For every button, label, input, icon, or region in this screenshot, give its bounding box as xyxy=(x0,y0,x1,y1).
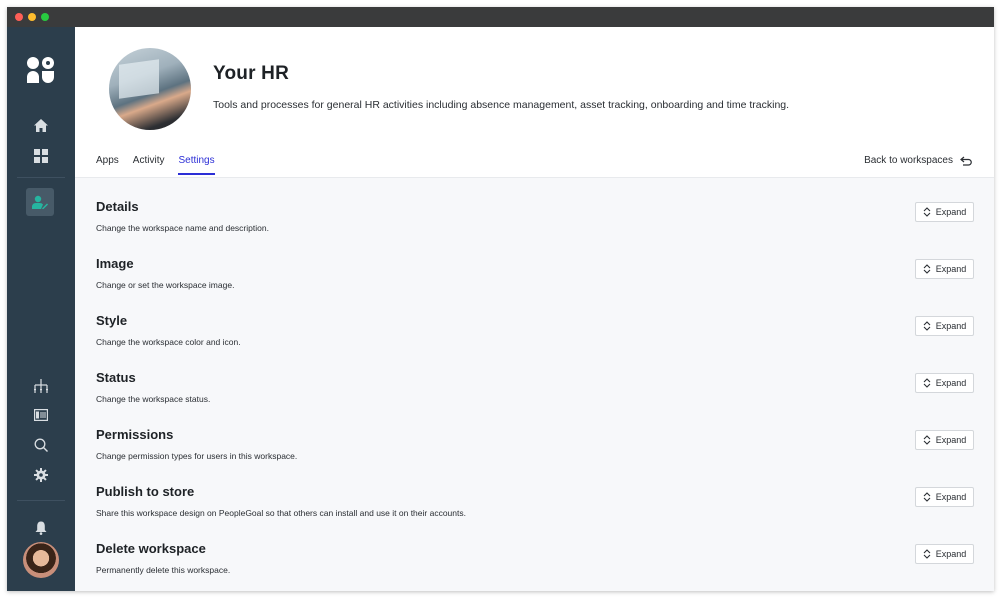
home-icon xyxy=(34,119,48,132)
sidebar-divider xyxy=(17,500,65,501)
return-arrow-icon xyxy=(960,156,972,166)
expand-button[interactable]: Expand xyxy=(915,316,974,336)
user-avatar[interactable] xyxy=(23,542,59,578)
expand-button[interactable]: Expand xyxy=(915,487,974,507)
expand-collapse-icon xyxy=(923,435,931,445)
bell-icon xyxy=(35,521,47,535)
peoplegoal-logo[interactable] xyxy=(7,57,75,83)
sidebar-item-table[interactable] xyxy=(7,409,75,421)
sidebar xyxy=(7,27,75,591)
expand-button-label: Expand xyxy=(935,321,967,331)
sidebar-item-home[interactable] xyxy=(7,119,75,132)
search-icon xyxy=(34,438,48,452)
settings-section: Delete workspace Permanently delete this… xyxy=(96,541,974,591)
settings-section: Publish to store Share this workspace de… xyxy=(96,484,974,541)
main-content: Your HR Tools and processes for general … xyxy=(75,27,994,591)
grid-icon xyxy=(34,149,48,163)
gear-icon xyxy=(34,468,48,482)
tab-apps[interactable]: Apps xyxy=(96,155,119,175)
expand-button[interactable]: Expand xyxy=(915,259,974,279)
section-description: Change the workspace color and icon. xyxy=(96,337,241,347)
expand-collapse-icon xyxy=(923,549,931,559)
settings-section: Permissions Change permission types for … xyxy=(96,427,974,484)
expand-button[interactable]: Expand xyxy=(915,202,974,222)
expand-button-label: Expand xyxy=(935,435,967,445)
workspace-tabs: Apps Activity Settings xyxy=(96,155,229,175)
table-icon xyxy=(34,409,48,421)
close-window-button[interactable] xyxy=(15,13,23,21)
expand-button-label: Expand xyxy=(935,207,967,217)
expand-collapse-icon xyxy=(923,492,931,502)
section-title: Publish to store xyxy=(96,484,195,499)
title-bar xyxy=(7,7,994,27)
section-title: Permissions xyxy=(96,427,174,442)
expand-button-label: Expand xyxy=(935,378,967,388)
expand-collapse-icon xyxy=(923,321,931,331)
settings-section: Status Change the workspace status. Expa… xyxy=(96,370,974,427)
expand-collapse-icon xyxy=(923,264,931,274)
back-to-workspaces-link[interactable]: Back to workspaces xyxy=(864,155,972,166)
section-description: Change permission types for users in thi… xyxy=(96,451,298,461)
maximize-window-button[interactable] xyxy=(41,13,49,21)
section-description: Change the workspace name and descriptio… xyxy=(96,223,269,233)
expand-button[interactable]: Expand xyxy=(915,544,974,564)
notifications-button[interactable] xyxy=(7,521,75,535)
section-description: Change or set the workspace image. xyxy=(96,280,235,290)
expand-button-label: Expand xyxy=(935,264,967,274)
section-title: Details xyxy=(96,199,139,214)
section-title: Status xyxy=(96,370,136,385)
settings-section: Image Change or set the workspace image.… xyxy=(96,256,974,313)
expand-collapse-icon xyxy=(923,207,931,217)
sidebar-item-org-chart[interactable] xyxy=(7,379,75,393)
org-chart-icon xyxy=(34,379,48,393)
expand-collapse-icon xyxy=(923,378,931,388)
workspace-description: Tools and processes for general HR activ… xyxy=(213,99,790,111)
expand-button-label: Expand xyxy=(935,492,967,502)
workspace-title: Your HR xyxy=(213,63,289,84)
expand-button[interactable]: Expand xyxy=(915,430,974,450)
sidebar-item-settings[interactable] xyxy=(7,468,75,482)
sidebar-item-user-settings[interactable] xyxy=(26,188,54,216)
section-title: Delete workspace xyxy=(96,541,206,556)
settings-section: Style Change the workspace color and ico… xyxy=(96,313,974,370)
expand-button[interactable]: Expand xyxy=(915,373,974,393)
expand-button-label: Expand xyxy=(935,549,967,559)
minimize-window-button[interactable] xyxy=(28,13,36,21)
back-to-workspaces-label: Back to workspaces xyxy=(864,155,953,166)
sidebar-item-apps[interactable] xyxy=(7,149,75,163)
sidebar-divider xyxy=(17,177,65,178)
app-window: Your HR Tools and processes for general … xyxy=(7,7,994,591)
section-description: Share this workspace design on PeopleGoa… xyxy=(96,508,466,518)
section-title: Image xyxy=(96,256,134,271)
workspace-header: Your HR Tools and processes for general … xyxy=(75,27,994,178)
section-title: Style xyxy=(96,313,128,328)
tab-settings[interactable]: Settings xyxy=(178,155,215,175)
workspace-image xyxy=(109,48,191,130)
section-description: Permanently delete this workspace. xyxy=(96,565,231,575)
tab-activity[interactable]: Activity xyxy=(133,155,165,175)
sidebar-item-search[interactable] xyxy=(7,438,75,452)
settings-section: Details Change the workspace name and de… xyxy=(96,199,974,256)
section-description: Change the workspace status. xyxy=(96,394,211,404)
user-edit-icon xyxy=(32,195,48,209)
